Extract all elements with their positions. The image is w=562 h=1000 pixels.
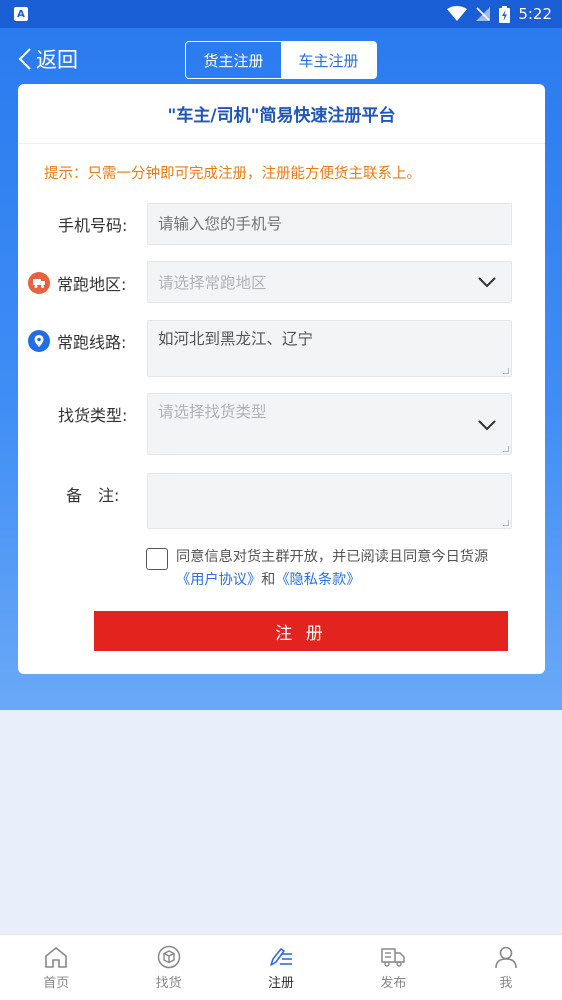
region-label-text: 常跑地区:	[57, 275, 127, 294]
agreement-text: 同意信息对货主群开放，并已阅读且同意今日货源《用户协议》和《隐私条款》	[176, 546, 516, 592]
back-label: 返回	[36, 48, 78, 72]
nav-label-register: 注册	[268, 975, 295, 991]
cargo-type-select[interactable]: 请选择找货类型	[147, 393, 512, 455]
nav-item-publish[interactable]: 发布	[337, 935, 449, 1000]
chevron-left-icon	[18, 48, 31, 70]
route-textarea[interactable]: 如河北到黑龙江、辽宁	[147, 320, 512, 377]
agreement-row: 同意信息对货主群开放，并已阅读且同意今日货源《用户协议》和《隐私条款》	[146, 546, 516, 592]
app-notification-icon: A	[14, 7, 28, 21]
resize-handle-icon	[503, 520, 509, 526]
route-label: 常跑线路:	[28, 329, 126, 353]
resize-handle-icon	[503, 446, 509, 452]
nav-item-me[interactable]: 我	[450, 935, 562, 1000]
signal-off-icon	[476, 7, 491, 21]
remark-textarea[interactable]	[147, 473, 512, 529]
chevron-down-icon	[478, 420, 496, 431]
back-button[interactable]: 返回	[18, 42, 78, 76]
remark-label: 备 注:	[66, 482, 119, 506]
phone-input[interactable]	[147, 203, 512, 245]
status-bar: A 5:22	[0, 0, 562, 28]
agreement-and: 和	[261, 572, 276, 588]
register-type-tabs: 货主注册 车主注册	[185, 41, 377, 79]
route-label-text: 常跑线路:	[57, 333, 127, 352]
nav-label-home: 首页	[43, 975, 70, 991]
cargo-type-label-text: 找货类型:	[58, 406, 128, 425]
agreement-checkbox[interactable]	[146, 548, 168, 570]
nav-label-publish: 发布	[380, 975, 407, 991]
phone-label: 手机号码:	[58, 212, 127, 236]
nav-label-me: 我	[499, 975, 513, 991]
edit-list-icon	[270, 947, 293, 966]
nav-item-register[interactable]: 注册	[225, 935, 337, 1000]
cargo-type-label: 找货类型:	[58, 402, 127, 426]
home-icon	[45, 946, 68, 968]
region-select[interactable]: 请选择常跑地区	[147, 261, 512, 303]
status-indicators: 5:22	[447, 5, 552, 23]
nav-item-home[interactable]: 首页	[0, 935, 112, 1000]
agreement-text-main: 同意信息对货主群开放，并已阅读且同意今日货源	[176, 549, 489, 565]
wifi-icon	[447, 6, 468, 21]
resize-handle-icon	[503, 368, 509, 374]
register-button[interactable]: 注 册	[94, 611, 508, 651]
remark-label-text: 备 注:	[66, 486, 120, 505]
tab-driver-register[interactable]: 车主注册	[281, 42, 376, 78]
region-icon	[28, 272, 50, 294]
cargo-type-placeholder: 请选择找货类型	[158, 403, 267, 421]
form-hint: 提示：只需一分钟即可完成注册，注册能方便货主联系上。	[44, 166, 421, 182]
header: 返回 货主注册 车主注册	[0, 28, 562, 90]
bottom-nav: 首页 找货 注册 发布 我	[0, 934, 562, 1000]
battery-charging-icon	[499, 5, 511, 23]
region-label: 常跑地区:	[28, 271, 126, 295]
chevron-down-icon	[478, 277, 496, 288]
clock-time: 5:22	[518, 5, 552, 23]
user-icon	[495, 946, 517, 968]
phone-label-text: 手机号码:	[58, 216, 128, 235]
cube-icon	[157, 945, 180, 968]
nav-label-find-cargo: 找货	[155, 975, 182, 991]
user-agreement-link[interactable]: 《用户协议》	[176, 572, 261, 588]
privacy-policy-link[interactable]: 《隐私条款》	[275, 572, 360, 588]
truck-icon	[381, 947, 406, 967]
tab-shipper-register[interactable]: 货主注册	[186, 42, 281, 78]
route-value: 如河北到黑龙江、辽宁	[158, 330, 314, 348]
region-placeholder: 请选择常跑地区	[158, 274, 267, 292]
register-form-card: "车主/司机"简易快速注册平台 提示：只需一分钟即可完成注册，注册能方便货主联系…	[18, 84, 545, 674]
location-pin-icon	[28, 330, 50, 352]
form-title: "车主/司机"简易快速注册平台	[18, 84, 545, 144]
nav-item-find-cargo[interactable]: 找货	[112, 935, 224, 1000]
